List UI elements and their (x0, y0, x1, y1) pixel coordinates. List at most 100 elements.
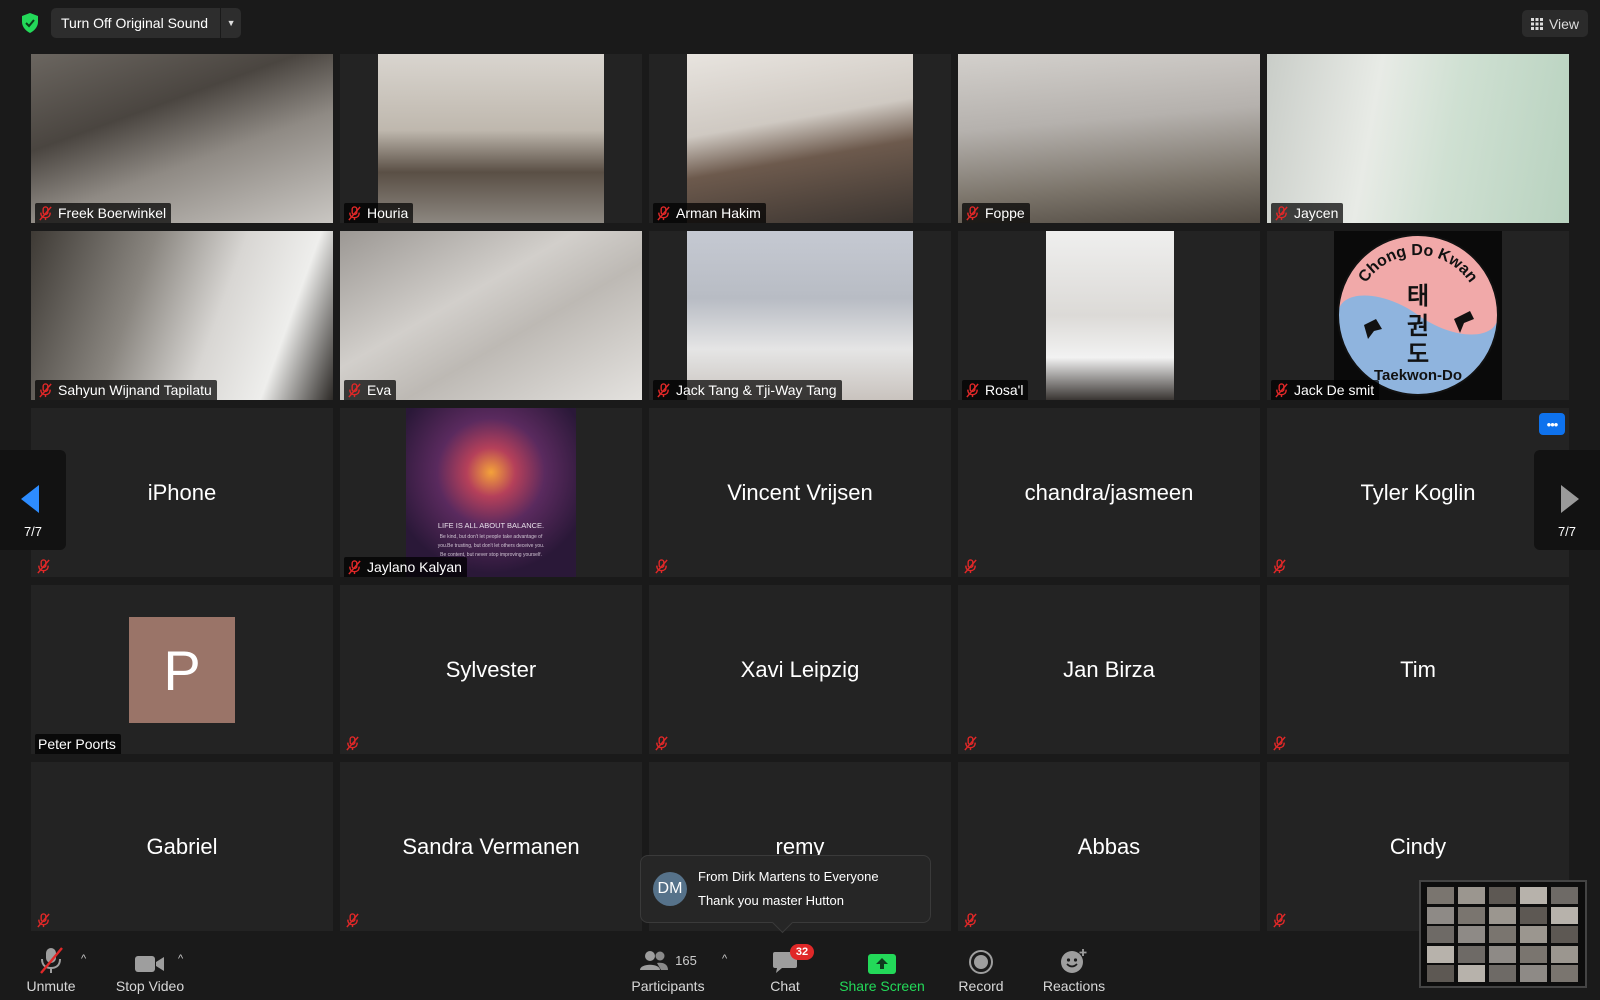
unmute-button[interactable]: Unmute (22, 940, 80, 1000)
reactions-label: Reactions (1042, 978, 1106, 994)
participant-name: Eva (367, 382, 392, 398)
name-tile[interactable]: Sylvester (340, 585, 642, 754)
participant-video (1267, 54, 1569, 223)
arrow-left-icon (21, 485, 39, 513)
name-tile[interactable]: Tyler Koglin ••• (1267, 408, 1569, 577)
record-button[interactable]: Record (951, 940, 1011, 1000)
video-tile[interactable]: Foppe (958, 54, 1260, 223)
participant-display-name: Sandra Vermanen (402, 833, 580, 859)
video-options-chevron-icon[interactable]: ^ (178, 953, 183, 965)
thumbnail-cell (1489, 965, 1516, 982)
thumbnail-cell (1427, 945, 1454, 963)
participant-video (687, 54, 913, 223)
gallery-thumbnail-preview[interactable] (1419, 880, 1587, 988)
participant-name-label: Jaycen (1271, 203, 1344, 223)
chat-notification[interactable]: DM From Dirk Martens to Everyone Thank y… (640, 855, 931, 934)
video-tile[interactable]: Chong Do Kwan 태 권 도 Taekwon-Do Jack De s… (1267, 231, 1569, 400)
mute-indicator (36, 559, 52, 575)
mic-muted-icon (964, 559, 977, 574)
mic-muted-icon (1273, 913, 1286, 928)
video-tile[interactable]: Jaycen (1267, 54, 1569, 223)
name-tile[interactable]: iPhone (31, 408, 333, 577)
name-tile[interactable]: Gabriel (31, 762, 333, 931)
participant-name-label: Foppe (962, 203, 1030, 223)
thumbnail-cell (1427, 926, 1454, 943)
video-tile[interactable]: Eva (340, 231, 642, 400)
name-tile[interactable]: Jan Birza (958, 585, 1260, 754)
mute-indicator (1272, 736, 1288, 752)
mic-muted-icon (37, 913, 50, 928)
participant-name: Peter Poorts (38, 736, 116, 752)
video-tile[interactable]: Arman Hakim (649, 54, 951, 223)
mic-muted-icon (37, 559, 50, 574)
video-tile[interactable]: Rosa'l (958, 231, 1260, 400)
participant-display-name: Sylvester (445, 656, 537, 682)
stop-video-button[interactable]: Stop Video (110, 940, 190, 1000)
mic-muted-icon (1275, 382, 1288, 398)
video-tile[interactable]: LIFE IS ALL ABOUT BALANCE. Be kind, but … (340, 408, 642, 577)
participant-display-name: Abbas (1077, 833, 1141, 859)
participant-name-label: Jack De smit (1271, 380, 1380, 400)
mic-muted-icon (1273, 736, 1286, 751)
participant-video (1046, 231, 1174, 400)
mute-indicator (963, 736, 979, 752)
mute-indicator (963, 913, 979, 929)
mic-muted-icon (1273, 559, 1286, 574)
name-tile[interactable]: Abbas (958, 762, 1260, 931)
name-tile[interactable]: Xavi Leipzig (649, 585, 951, 754)
thumbnail-cell (1551, 965, 1578, 982)
name-tile[interactable]: Sandra Vermanen (340, 762, 642, 931)
more-options-button[interactable]: ••• (1539, 413, 1565, 435)
video-tile[interactable]: Jack Tang & Tji-Way Tang (649, 231, 951, 400)
name-tile[interactable]: Tim (1267, 585, 1569, 754)
video-tile[interactable]: Freek Boerwinkel (31, 54, 333, 223)
name-tile[interactable]: chandra/jasmeen (958, 408, 1260, 577)
thumbnail-cell (1520, 926, 1547, 943)
poster-line: Be kind, but don't let people take advan… (439, 534, 543, 540)
record-icon (969, 950, 993, 974)
thumbnail-cell (1520, 887, 1547, 904)
previous-page-button[interactable]: 7/7 (0, 450, 66, 550)
profile-picture: LIFE IS ALL ABOUT BALANCE. Be kind, but … (406, 408, 576, 577)
chat-message-text: Thank you master Hutton (698, 893, 844, 908)
participant-video (31, 231, 333, 400)
audio-options-chevron-icon[interactable]: ^ (81, 953, 86, 965)
participant-name-label: Sahyun Wijnand Tapilatu (35, 380, 217, 400)
mic-muted-icon (964, 736, 977, 751)
thumbnail-cell (1489, 906, 1516, 924)
video-tile[interactable]: Houria (340, 54, 642, 223)
share-screen-icon (868, 954, 896, 974)
gallery-grid: Freek Boerwinkel Houria Arman Hakim Fopp… (0, 0, 1600, 940)
thumbnail-cell (1489, 945, 1516, 963)
participants-icon (640, 951, 669, 970)
participant-display-name: Tyler Koglin (1360, 479, 1476, 505)
video-tile[interactable]: Sahyun Wijnand Tapilatu (31, 231, 333, 400)
mic-muted-icon (40, 947, 63, 974)
next-page-button[interactable]: 7/7 (1534, 450, 1600, 550)
thumbnail-cell (1551, 887, 1578, 904)
thumbnail-cell (1458, 906, 1485, 924)
thumbnail-cell (1520, 906, 1547, 924)
thumbnail-cell (1489, 887, 1516, 904)
reactions-button[interactable]: Reactions (1039, 940, 1109, 1000)
share-screen-button[interactable]: Share Screen (836, 940, 928, 1000)
mic-muted-icon (964, 913, 977, 928)
logo-bottom-text: Taekwon-Do (1374, 367, 1462, 384)
participant-name-label: Eva (344, 380, 397, 400)
participant-name: Arman Hakim (676, 205, 761, 221)
share-screen-label: Share Screen (839, 978, 925, 994)
avatar-tile[interactable]: P Peter Poorts (31, 585, 333, 754)
name-tile[interactable]: Vincent Vrijsen (649, 408, 951, 577)
mic-muted-icon (346, 736, 359, 751)
participant-display-name: Vincent Vrijsen (727, 479, 873, 505)
mic-muted-icon (1275, 205, 1288, 221)
participants-button[interactable]: 165 Participants (624, 940, 712, 1000)
mic-muted-icon (655, 736, 668, 751)
participant-name: Sahyun Wijnand Tapilatu (58, 382, 212, 398)
logo-hangul-3: 도 (1407, 340, 1429, 368)
participant-name-label: Freek Boerwinkel (35, 203, 172, 223)
participant-name-label: Peter Poorts (35, 734, 121, 754)
mic-muted-icon (966, 382, 979, 398)
participant-video (378, 54, 604, 223)
participants-options-chevron-icon[interactable]: ^ (722, 953, 727, 965)
